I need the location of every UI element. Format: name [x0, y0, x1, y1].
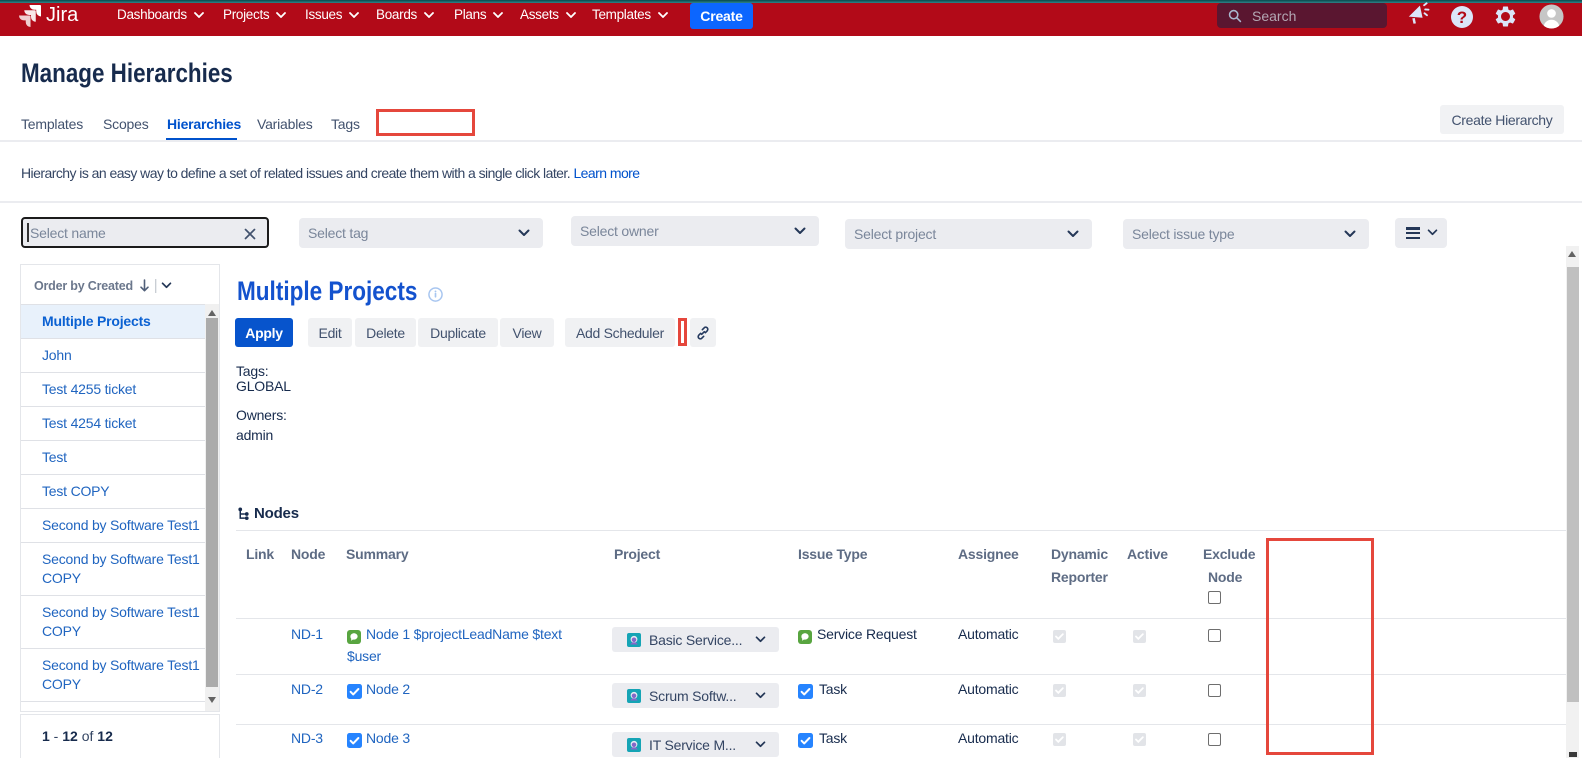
svg-text:?: ? [1457, 8, 1467, 27]
